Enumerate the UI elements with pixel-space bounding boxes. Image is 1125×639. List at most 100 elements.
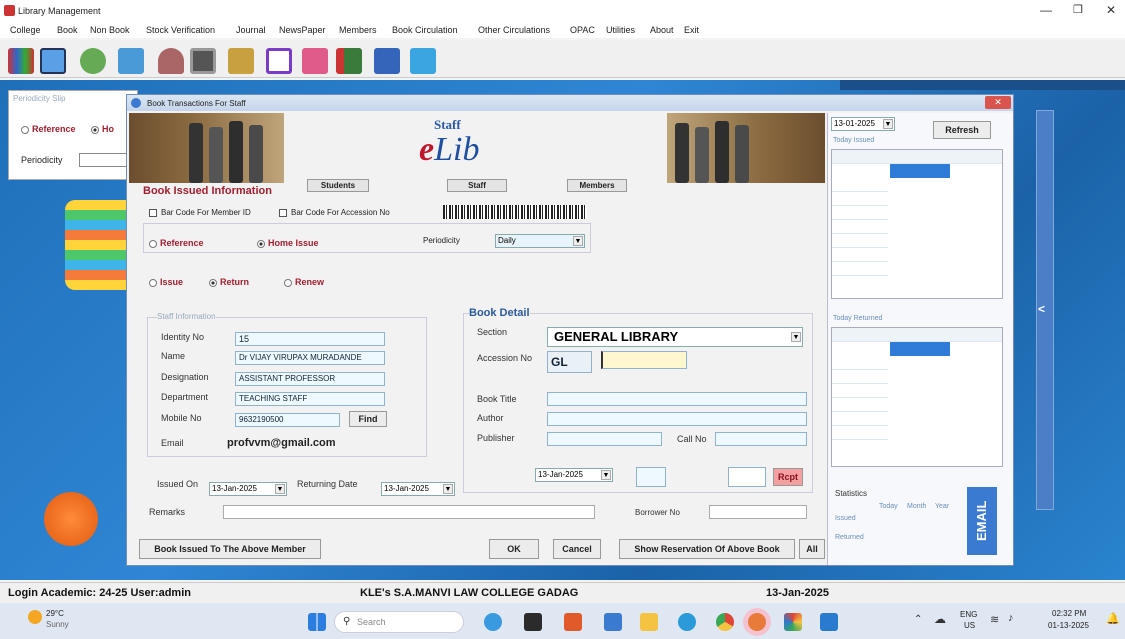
menu-stock-verification[interactable]: Stock Verification [146, 25, 215, 35]
accession-prefix-field[interactable]: GL [547, 351, 592, 373]
dialog-close-icon[interactable]: ✕ [985, 96, 1011, 109]
book-issued-to-member-button[interactable]: Book Issued To The Above Member [139, 539, 321, 559]
department-label: Department [161, 392, 209, 402]
borrower-field[interactable] [709, 505, 807, 519]
refresh-button[interactable]: Refresh [933, 121, 991, 139]
reference-radio[interactable]: Reference [149, 238, 204, 248]
today-issued-grid[interactable] [831, 149, 1003, 299]
menu-about[interactable]: About [650, 25, 674, 35]
clock-date[interactable]: 01-13-2025 [1048, 621, 1089, 630]
days-field[interactable] [728, 467, 766, 487]
volume-icon[interactable]: ♪ [1008, 612, 1014, 624]
barcode-accession-checkbox[interactable]: Bar Code For Accession No [279, 208, 390, 217]
close-icon[interactable]: ✕ [1106, 3, 1116, 17]
file-icon[interactable] [266, 48, 292, 74]
tools-icon[interactable] [118, 48, 144, 74]
publisher-field[interactable] [547, 432, 662, 446]
widgets-icon[interactable] [564, 613, 582, 631]
receipt-button[interactable]: Rcpt [773, 468, 803, 486]
return-radio[interactable]: Return [209, 277, 249, 287]
fine-field[interactable] [636, 467, 666, 487]
file-explorer-icon[interactable] [640, 613, 658, 631]
person-icon[interactable] [80, 48, 106, 74]
menu-college[interactable]: College [10, 25, 41, 35]
all-button[interactable]: All [799, 539, 825, 559]
book-red-icon[interactable] [336, 48, 362, 74]
restore-icon[interactable]: ❐ [1073, 3, 1083, 16]
colorful-app-icon[interactable] [784, 613, 802, 631]
user-icon[interactable] [158, 48, 184, 74]
department-field[interactable]: TEACHING STAFF [235, 392, 385, 406]
accession-number-field[interactable] [601, 351, 687, 369]
today-returned-grid[interactable] [831, 327, 1003, 467]
grid-selected-cell[interactable] [890, 164, 950, 178]
identity-field[interactable]: 15 [235, 332, 385, 346]
transaction-date-select[interactable]: 13-01-2025 ▼ [831, 117, 895, 131]
barcode-member-checkbox[interactable]: Bar Code For Member ID [149, 208, 251, 217]
book-title-field[interactable] [547, 392, 807, 406]
menu-book[interactable]: Book [57, 25, 78, 35]
renew-radio[interactable]: Renew [284, 277, 324, 287]
banner-right-image [667, 113, 825, 183]
chevron-left-icon[interactable]: < [1038, 302, 1045, 316]
region-indicator[interactable]: US [964, 621, 975, 630]
notification-bell-icon[interactable]: 🔔 [1106, 612, 1120, 625]
periodicity-select[interactable]: Daily ▼ [495, 234, 585, 248]
list-icon[interactable] [374, 48, 400, 74]
tab-staff[interactable]: Staff [447, 179, 507, 192]
store-icon[interactable] [820, 613, 838, 631]
clock-time[interactable]: 02:32 PM [1052, 609, 1086, 618]
name-field[interactable]: Dr VIJAY VIRUPAX MURADANDE [235, 351, 385, 365]
chat-icon[interactable] [484, 613, 502, 631]
designation-field[interactable]: ASSISTANT PROFESSOR [235, 372, 385, 386]
menu-journal[interactable]: Journal [236, 25, 266, 35]
author-field[interactable] [547, 412, 807, 426]
window-icon[interactable] [40, 48, 66, 74]
minimize-icon[interactable]: — [1040, 3, 1052, 17]
weather-icon[interactable] [28, 610, 42, 624]
tab-students[interactable]: Students [307, 179, 369, 192]
chrome-icon[interactable] [716, 613, 734, 631]
id-card-icon[interactable] [190, 48, 216, 74]
windows-start-icon[interactable] [308, 613, 326, 631]
issue-radio[interactable]: Issue [149, 277, 183, 287]
wifi-icon[interactable]: ≋ [990, 613, 999, 626]
menu-other-circulations[interactable]: Other Circulations [478, 25, 550, 35]
remarks-field[interactable] [223, 505, 595, 519]
show-reservation-button[interactable]: Show Reservation Of Above Book [619, 539, 795, 559]
menu-members[interactable]: Members [339, 25, 377, 35]
book-icon[interactable] [228, 48, 254, 74]
language-indicator[interactable]: ENG [960, 610, 977, 619]
tab-members[interactable]: Members [567, 179, 627, 192]
menu-book-circulation[interactable]: Book Circulation [392, 25, 458, 35]
edge-icon[interactable] [678, 613, 696, 631]
return-date-select[interactable]: 13-Jan-2025 ▼ [535, 468, 613, 482]
background-reference-radio[interactable]: Reference [21, 124, 76, 134]
menu-utilities[interactable]: Utilities [606, 25, 635, 35]
network-tray-icon[interactable]: ☁ [934, 612, 946, 626]
menu-exit[interactable]: Exit [684, 25, 699, 35]
menu-newspaper[interactable]: NewsPaper [279, 25, 326, 35]
cancel-button[interactable]: Cancel [553, 539, 601, 559]
terminal-icon[interactable] [524, 613, 542, 631]
home-issue-radio[interactable]: Home Issue [257, 238, 319, 248]
menu-opac[interactable]: OPAC [570, 25, 595, 35]
email-vertical-button[interactable]: EMAIL [967, 487, 997, 555]
search-box[interactable]: ⚲ Search [334, 611, 464, 633]
books-icon[interactable] [8, 48, 34, 74]
active-app-icon[interactable] [748, 613, 766, 631]
grid-selected-cell[interactable] [890, 342, 950, 356]
background-home-radio[interactable]: Ho [91, 124, 114, 134]
callno-field[interactable] [715, 432, 807, 446]
find-button[interactable]: Find [349, 411, 387, 427]
chevron-up-icon[interactable]: ⌃ [914, 614, 922, 625]
pen-icon[interactable] [410, 48, 436, 74]
section-select[interactable]: GENERAL LIBRARY ▼ [547, 327, 803, 347]
returning-date-select[interactable]: 13-Jan-2025 ▼ [381, 482, 455, 496]
mobile-field[interactable]: 9632190500 [235, 413, 340, 427]
ok-button[interactable]: OK [489, 539, 539, 559]
task-view-icon[interactable] [604, 613, 622, 631]
heart-icon[interactable] [302, 48, 328, 74]
issued-on-select[interactable]: 13-Jan-2025 ▼ [209, 482, 287, 496]
menu-non-book[interactable]: Non Book [90, 25, 130, 35]
